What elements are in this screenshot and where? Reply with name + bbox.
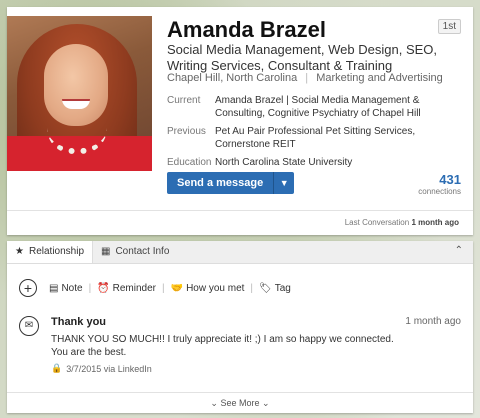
tag-label: Tag [274,282,291,294]
plus-icon[interactable]: + [19,279,37,297]
profile-meta: Chapel Hill, North Carolina | Marketing … [167,72,443,84]
relationship-actions: + ▤ Note | ⏰ Reminder | 🤝 How you met | … [19,278,291,298]
message-date: 1 month ago [405,316,461,327]
last-conversation: Last Conversation 1 month ago [345,218,459,227]
profile-name: Amanda Brazel [167,17,326,42]
last-conversation-value: 1 month ago [411,218,459,227]
face-shape [44,44,108,126]
reminder-label: Reminder [112,282,156,294]
reminder-action[interactable]: ⏰ Reminder [97,283,156,294]
collapse-icon[interactable]: ⌃ [455,245,463,256]
send-message-button-group: Send a message ▼ [167,172,295,194]
connections-count[interactable]: 431 connections [418,172,461,196]
note-icon: ▤ [49,282,59,294]
tab-bar: ★ Relationship ▦ Contact Info ⌃ [7,241,473,264]
location[interactable]: Chapel Hill, North Carolina [167,72,297,84]
alarm-icon: ⏰ [97,282,110,294]
message-body: THANK YOU SO MUCH!! I truly appreciate i… [51,334,394,358]
tab-contact-info-label: Contact Info [115,246,170,257]
previous-value[interactable]: Pet Au Pair Professional Pet Sitting Ser… [215,125,445,151]
message-via: 🔒 3/7/2015 via LinkedIn [51,363,152,374]
tab-contact-info[interactable]: ▦ Contact Info [93,241,177,263]
industry[interactable]: Marketing and Advertising [316,72,443,84]
chevron-down-icon: ⌄ [262,398,270,408]
profile-headline: Social Media Management, Web Design, SEO… [167,42,438,73]
current-row: Current Amanda Brazel | Social Media Man… [167,94,445,120]
send-message-button[interactable]: Send a message [167,172,275,194]
note-label: Note [61,282,83,294]
meta-separator: | [305,72,309,84]
chevron-down-icon: ⌄ [210,398,218,408]
profile-info: Current Amanda Brazel | Social Media Man… [167,94,445,174]
education-value[interactable]: North Carolina State University [215,156,445,169]
chevron-down-icon[interactable]: ▼ [274,172,295,194]
message-title: Thank you [51,316,107,328]
see-more-button[interactable]: ⌄ See More ⌄ [7,392,473,413]
education-label: Education [167,157,212,168]
card-divider [7,210,473,211]
current-value[interactable]: Amanda Brazel | Social Media Management … [215,94,445,120]
relationship-card: ★ Relationship ▦ Contact Info ⌃ + ▤ Note… [7,241,473,413]
lock-icon: 🔒 [51,363,63,373]
connections-label: connections [418,187,461,196]
connection-degree-badge: 1st [437,19,461,34]
star-icon: ★ [15,246,24,257]
connections-number: 431 [439,172,461,187]
tag-icon: 🏷 [259,282,272,294]
handshake-icon: 🤝 [170,282,184,294]
contact-card-icon: ▦ [101,246,111,257]
how-you-met-action[interactable]: 🤝 How you met [171,283,245,294]
education-row: Education North Carolina State Universit… [167,156,445,169]
tab-relationship-label: Relationship [28,246,85,257]
message-via-text: 3/7/2015 via LinkedIn [66,363,152,374]
tab-relationship[interactable]: ★ Relationship [7,241,94,263]
tag-action[interactable]: 🏷 Tag [259,283,291,294]
profile-card: Amanda Brazel 1st Social Media Managemen… [7,7,473,235]
previous-row: Previous Pet Au Pair Professional Pet Si… [167,125,445,151]
last-conversation-label: Last Conversation [344,218,410,227]
see-more-label: See More [220,398,260,408]
how-you-met-label: How you met [186,282,245,294]
previous-label: Previous [167,126,206,137]
current-label: Current [167,95,201,106]
envelope-icon: ✉ [19,316,39,336]
profile-photo[interactable] [7,16,152,171]
note-action[interactable]: ▤ Note [49,283,83,294]
